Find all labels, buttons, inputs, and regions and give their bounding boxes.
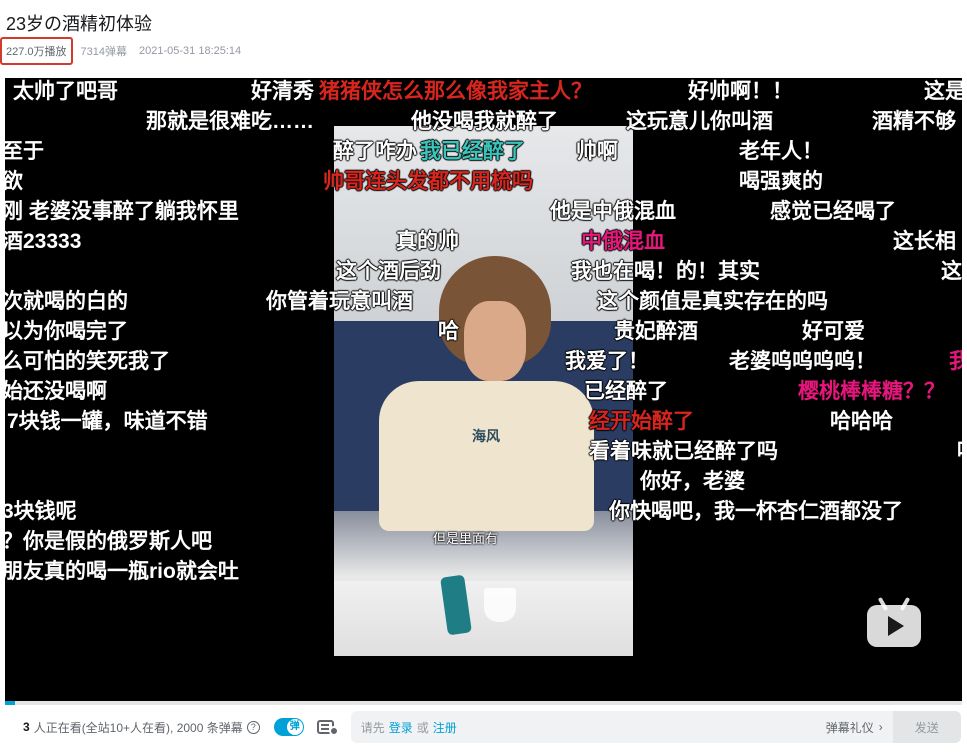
login-link[interactable]: 登录 <box>389 719 413 736</box>
danmaku-item: 酒精不够 <box>872 110 956 133</box>
danmaku-item: 老婆呜呜呜呜！ <box>729 350 876 373</box>
chevron-right-icon: › <box>878 720 883 734</box>
danmaku-item: 7块钱一罐，味道不错 <box>7 410 208 433</box>
danmaku-item: 那就是很难吃…… <box>146 110 314 133</box>
send-button[interactable]: 发送 <box>892 711 961 743</box>
danmaku-item: 太帅了吧哥 <box>13 80 118 103</box>
video-progress-bar[interactable] <box>5 701 962 705</box>
danmaku-etiquette-link[interactable]: 弹幕礼仪 › <box>826 719 883 736</box>
danmaku-item: 你管着玩意叫酒 <box>266 290 413 313</box>
danmaku-item: 他是中俄混血 <box>550 200 676 223</box>
danmaku-item: 这个颜值是真实存在的吗 <box>597 290 828 313</box>
danmaku-item: 他没喝我就醉了 <box>411 110 558 133</box>
danmaku-item: 好清秀 <box>251 80 314 103</box>
danmaku-item: 真的帅 <box>396 230 459 253</box>
view-count: 227.0万播放 <box>0 37 73 65</box>
danmaku-item: 次就喝的白的 <box>5 290 128 313</box>
danmaku-toggle[interactable]: 弹 <box>273 718 304 736</box>
danmaku-item: 樱桃棒棒糖？？ <box>798 380 945 403</box>
danmaku-item: 看着味就已经醉了吗 <box>589 440 778 463</box>
danmaku-item: 这 <box>941 260 962 283</box>
video-scene-person-shirt <box>379 381 594 531</box>
danmaku-input[interactable]: 请先 登录 或 注册 弹幕礼仪 › <box>350 711 893 743</box>
danmaku-item: 你快喝吧，我一杯杏仁酒都没了 <box>609 500 903 523</box>
danmaku-item: 我也在喝！的！其实 <box>571 260 760 283</box>
danmaku-item: 帅哥连头发都不用梳吗 <box>323 170 533 193</box>
danmaku-send-bar: 3 人正在看(全站10+人在看), 2000 条弹幕 ? 弹 请先 登录 或 注… <box>5 707 962 747</box>
danmaku-item: 好帅啊！！ <box>688 80 793 103</box>
danmaku-item: 这玩意儿你叫酒 <box>626 110 773 133</box>
danmaku-item: 喝强爽的 <box>739 170 823 193</box>
danmaku-item: 帅啊 <box>576 140 618 163</box>
danmaku-item: 老年人！ <box>739 140 823 163</box>
publish-date: 2021-05-31 18:25:14 <box>139 45 242 57</box>
online-text: 人正在看(全站10+人在看), 2000 条弹幕 <box>33 720 243 735</box>
danmaku-item: 至于 <box>5 140 44 163</box>
danmaku-item: 这是 <box>924 80 962 103</box>
danmaku-item: 哈哈哈 <box>830 410 893 433</box>
video-subtitle: 但是里面有 <box>433 531 499 546</box>
bilibili-tv-icon <box>867 596 921 647</box>
danmaku-item: 始还没喝啊 <box>5 380 107 403</box>
danmaku-item: 猪猪侠怎么那么像我家主人？ <box>319 80 592 103</box>
or-text: 或 <box>416 720 429 735</box>
danmaku-count: 7314弹幕 <box>80 46 128 58</box>
danmaku-item: 我爱了！ <box>565 350 649 373</box>
danmaku-settings-line <box>320 724 329 726</box>
danmaku-item: ？你是假的俄罗斯人吧 <box>5 530 212 553</box>
danmaku-item: 么可怕的笑死我了 <box>5 350 170 373</box>
register-link[interactable]: 注册 <box>433 719 457 736</box>
video-title: 23岁の酒精初体验 <box>6 14 153 34</box>
video-player[interactable]: 海风 但是里面有 太帅了吧哥 好清秀 猪猪侠怎么那么像我家主人？ 好帅啊！！ 这… <box>5 78 962 701</box>
danmaku-item: 这长相 <box>893 230 956 253</box>
online-viewers: 3 人正在看(全站10+人在看), 2000 条弹幕 ? <box>23 719 260 736</box>
danmaku-item: 以为你喝完了 <box>5 320 128 343</box>
danmaku-item: 欲 <box>5 170 23 193</box>
danmaku-toggle-label: 弹 <box>286 719 303 735</box>
danmaku-item: 哈 <box>438 320 459 343</box>
danmaku-item: 3块钱呢 <box>5 500 77 523</box>
danmaku-item: 哇 <box>957 440 962 464</box>
danmaku-item: 贵妃醉酒 <box>614 320 698 343</box>
danmaku-item: 你好，老婆 <box>640 470 745 493</box>
danmaku-item: 好可爱 <box>802 320 865 343</box>
danmaku-item: 中俄混血 <box>581 230 665 253</box>
danmaku-item: 经开始醉了 <box>589 410 694 433</box>
danmaku-item: 这个酒后劲 <box>336 260 441 283</box>
video-scene-person-face <box>464 301 526 381</box>
danmaku-item: 我已经醉了 <box>420 140 525 163</box>
danmaku-item: 已经醉了 <box>584 380 668 403</box>
gear-icon <box>328 726 339 736</box>
video-meta: 227.0万播放 7314弹幕 2021-05-31 18:25:14 <box>0 37 242 65</box>
play-icon <box>888 616 904 636</box>
shirt-print: 海风 <box>472 428 500 444</box>
danmaku-settings-icon[interactable] <box>316 718 339 736</box>
video-progress-fill <box>5 701 15 705</box>
video-scene-cup <box>484 588 516 622</box>
danmaku-item: 刚 老婆没事醉了躺我怀里 <box>5 200 239 223</box>
help-icon[interactable]: ? <box>246 720 260 734</box>
danmaku-etiquette-label: 弹幕礼仪 <box>825 720 874 735</box>
danmaku-item: 朋友真的喝一瓶rio就会吐 <box>5 560 239 583</box>
danmaku-item: 酒23333 <box>5 230 82 253</box>
input-prefix: 请先 <box>360 720 385 735</box>
online-count: 3 <box>23 720 30 734</box>
danmaku-item: ! <box>5 110 6 134</box>
danmaku-settings-line <box>320 728 329 730</box>
danmaku-item: 醉了咋办 <box>333 140 417 163</box>
danmaku-item: 感觉已经喝了 <box>770 200 896 223</box>
danmaku-item: 我 <box>949 350 962 373</box>
